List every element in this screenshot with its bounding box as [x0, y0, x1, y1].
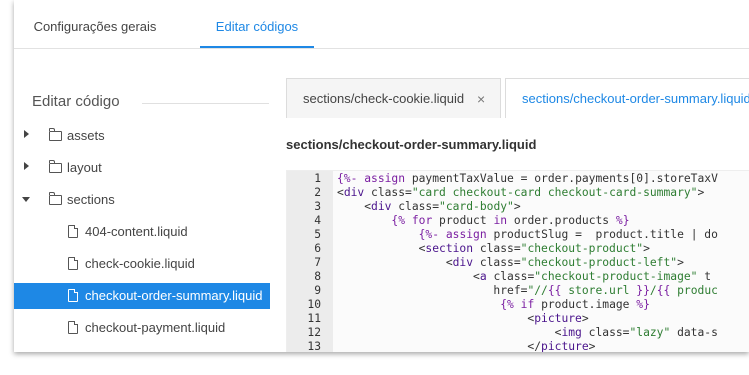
line-number: 7	[314, 256, 321, 269]
line-number: 2	[314, 186, 321, 199]
line-number: 8	[314, 270, 321, 283]
editor-tab-label: sections/checkout-order-summary.liquid	[522, 91, 749, 106]
sidebar-item-layout[interactable]: layout	[14, 155, 270, 181]
code-line[interactable]: 12 <img class="lazy" data-s	[287, 326, 749, 340]
file-heading: sections/checkout-order-summary.liquid	[286, 137, 537, 152]
code-text[interactable]: {%- assign paymentTaxValue = order.payme…	[337, 172, 718, 186]
line-number: 1	[314, 172, 321, 185]
line-number: 3	[314, 200, 321, 213]
caret-right-icon[interactable]	[24, 162, 29, 170]
code-text[interactable]: {% if product.image %}	[337, 298, 650, 312]
code-line[interactable]: 7 <div class="checkout-product-left">	[287, 256, 749, 270]
sidebar-item-label: sections	[67, 192, 115, 207]
sidebar-item-404-content[interactable]: 404-content.liquid	[14, 219, 270, 245]
code-editor[interactable]: 1 {%- assign paymentTaxValue = order.paym…	[286, 170, 749, 352]
sidebar-item-sections[interactable]: sections	[14, 187, 270, 213]
code-text[interactable]: <picture>	[337, 312, 588, 326]
code-line[interactable]: 10 {% if product.image %}	[287, 298, 749, 312]
sidebar-title: Editar código	[32, 93, 120, 110]
line-number: 10	[307, 298, 321, 311]
line-number: 13	[307, 340, 321, 352]
code-line[interactable]: 9 href="//{{ store.url }}/{{ produc	[287, 284, 749, 298]
tab-label: Editar códigos	[215, 19, 299, 34]
code-line[interactable]: 6 <section class="checkout-product">	[287, 242, 749, 256]
caret-right-icon[interactable]	[24, 130, 29, 138]
line-number: 6	[314, 242, 321, 255]
code-line[interactable]: 4 {% for product in order.products %}	[287, 214, 749, 228]
code-line[interactable]: 2 <div class="card checkout-card checkout…	[287, 186, 749, 200]
code-text[interactable]: <div class="checkout-product-left">	[337, 256, 684, 270]
line-number: 12	[307, 326, 321, 339]
sidebar-item-label: 404-content.liquid	[85, 224, 188, 239]
sidebar-item-check-cookie[interactable]: check-cookie.liquid	[14, 251, 270, 277]
top-tab-bar: Configurações gerais Editar códigos	[14, 0, 749, 49]
editor-tab-checkout-order-summary[interactable]: sections/checkout-order-summary.liquid	[505, 78, 749, 118]
code-line[interactable]: 11 <picture>	[287, 312, 749, 326]
code-text[interactable]: </picture>	[337, 340, 595, 352]
code-line[interactable]: 1 {%- assign paymentTaxValue = order.paym…	[287, 172, 749, 186]
code-text[interactable]: {% for product in order.products %}	[337, 214, 629, 228]
sidebar-item-assets[interactable]: assets	[14, 123, 270, 149]
caret-down-icon[interactable]	[22, 197, 30, 202]
code-text[interactable]: <a class="checkout-product-image" t	[337, 270, 711, 284]
editor-window: Configurações gerais Editar códigos Edit…	[14, 0, 749, 352]
code-text[interactable]: <div class="card checkout-card checkout-…	[337, 186, 704, 200]
sidebar-item-checkout-payment[interactable]: checkout-payment.liquid	[14, 315, 270, 341]
line-number: 4	[314, 214, 321, 227]
code-text[interactable]: <div class="card-body">	[337, 200, 520, 214]
editor-tab-check-cookie[interactable]: sections/check-cookie.liquid ×	[286, 78, 501, 118]
sidebar-item-label: assets	[67, 128, 105, 143]
line-number: 11	[307, 312, 321, 325]
line-number: 5	[314, 228, 321, 241]
editor-tab-label: sections/check-cookie.liquid	[303, 91, 465, 106]
line-number: 9	[314, 284, 321, 297]
sidebar-item-label: check-cookie.liquid	[85, 256, 195, 271]
code-text[interactable]: <section class="checkout-product">	[337, 242, 650, 256]
tab-edit-codes[interactable]: Editar códigos	[200, 0, 314, 48]
sidebar-divider	[142, 103, 269, 104]
tab-general-settings[interactable]: Configurações gerais	[14, 0, 176, 48]
sidebar-item-label: checkout-order-summary.liquid	[85, 288, 263, 303]
sidebar-item-checkout-order-summary[interactable]: checkout-order-summary.liquid	[14, 283, 270, 309]
close-icon[interactable]: ×	[477, 79, 485, 118]
sidebar-item-label: checkout-payment.liquid	[85, 320, 226, 335]
code-text[interactable]: <img class="lazy" data-s	[337, 326, 718, 340]
code-text[interactable]: href="//{{ store.url }}/{{ produc	[337, 284, 718, 298]
sidebar-item-label: layout	[67, 160, 102, 175]
code-line[interactable]: 5 {%- assign productSlug = product.title…	[287, 228, 749, 242]
code-line[interactable]: 13 </picture>	[287, 340, 749, 352]
code-line[interactable]: 8 <a class="checkout-product-image" t	[287, 270, 749, 284]
tab-label: Configurações gerais	[33, 19, 157, 34]
code-text[interactable]: {%- assign productSlug = product.title |…	[337, 228, 718, 242]
code-line[interactable]: 3 <div class="card-body">	[287, 200, 749, 214]
